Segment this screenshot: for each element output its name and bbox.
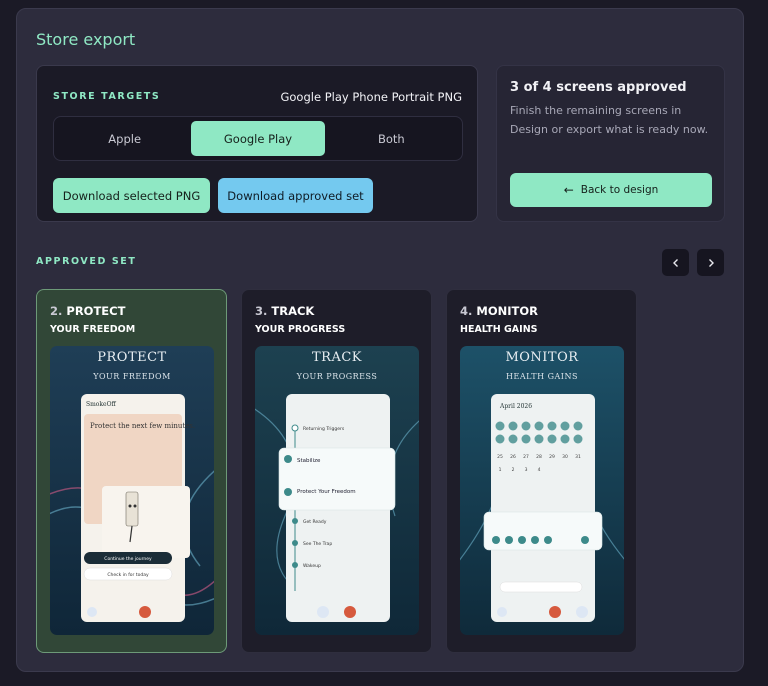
calendar-date: 28 <box>536 454 542 460</box>
calendar-day-dot <box>560 421 570 431</box>
screenshot-preview: April 2026 25 26 27 28 29 30 31 1 2 3 4 MONITOR HE… <box>460 346 624 635</box>
calendar-date: 2 <box>512 467 515 473</box>
export-format-label: Google Play Phone Portrait PNG <box>280 90 462 104</box>
card-title: 3. TRACK <box>255 304 315 318</box>
calendar-day-dot <box>508 421 518 431</box>
calendar-date: 3 <box>525 467 528 473</box>
calendar-day-dot <box>547 434 557 444</box>
previous-button[interactable] <box>662 249 689 276</box>
card-title: 2. PROTECT <box>50 304 126 318</box>
back-to-design-label: Back to design <box>580 184 659 196</box>
shot-subtitle: YOUR FREEDOM <box>93 372 171 381</box>
secondary-cta: Check in for today <box>107 572 149 578</box>
approval-status-card: 3 of 4 screens approved Finish the remai… <box>496 65 725 222</box>
calendar-day-dot <box>534 434 544 444</box>
download-approved-button[interactable]: Download approved set <box>218 178 373 213</box>
store-targets-label: STORE TARGETS <box>53 91 161 102</box>
screen-card-track[interactable]: 3. TRACK YOUR PROGRESS Returning Trigger… <box>241 289 432 653</box>
store-export-panel: Store export STORE TARGETS Google Play P… <box>16 8 744 672</box>
calendar-date: 27 <box>523 454 529 460</box>
calendar-day-dot <box>547 421 557 431</box>
calendar-date: 25 <box>497 454 503 460</box>
approved-set-label: APPROVED SET <box>36 256 137 267</box>
approval-heading: 3 of 4 screens approved <box>510 80 687 95</box>
calendar-day-dot <box>495 434 505 444</box>
card-title: 4. MONITOR <box>460 304 538 318</box>
chevron-right-icon <box>708 258 714 267</box>
target-apple-option[interactable]: Apple <box>58 121 191 156</box>
shot-subtitle: YOUR PROGRESS <box>296 372 378 381</box>
page-title: Store export <box>36 30 136 49</box>
calendar-month: April 2026 <box>499 403 532 410</box>
download-selected-button[interactable]: Download selected PNG <box>53 178 210 213</box>
screenshot-preview: SmokeOff Protect the next few minutes. C… <box>50 346 214 635</box>
track-item-1: Returning Triggers <box>303 426 345 432</box>
store-targets-card: STORE TARGETS Google Play Phone Portrait… <box>36 65 478 222</box>
arrow-left-icon: ← <box>563 183 574 197</box>
track-item-3: Protect Your Freedom <box>297 489 356 495</box>
app-name: SmokeOff <box>86 401 117 408</box>
target-google-play-option[interactable]: Google Play <box>191 121 325 156</box>
track-item-6: Wakeup <box>303 563 321 569</box>
screen-card-monitor[interactable]: 4. MONITOR HEALTH GAINS April 2026 25 26 2… <box>446 289 637 653</box>
target-both-option[interactable]: Both <box>325 121 458 156</box>
calendar-day-dot <box>534 421 544 431</box>
approval-message: Finish the remaining screens in Design o… <box>510 104 709 136</box>
screen-card-protect[interactable]: 2. PROTECT YOUR FREEDOM SmokeOff Protect… <box>36 289 227 653</box>
calendar-date: 4 <box>538 467 541 473</box>
next-button[interactable] <box>697 249 724 276</box>
back-to-design-button[interactable]: ← Back to design <box>510 173 712 207</box>
calendar-date: 26 <box>510 454 516 460</box>
calendar-date: 1 <box>499 467 502 473</box>
chevron-left-icon <box>672 258 678 267</box>
shot-title: MONITOR <box>505 350 579 365</box>
card-subtitle: YOUR FREEDOM <box>50 324 136 335</box>
calendar-day-dot <box>521 434 531 444</box>
calendar-date: 29 <box>549 454 555 460</box>
shot-title: PROTECT <box>97 350 167 365</box>
calendar-date: 30 <box>562 454 568 460</box>
screenshot-preview: Returning Triggers Stabilize Protect You… <box>255 346 419 635</box>
track-item-5: See The Trap <box>303 541 332 547</box>
calendar-day-dot <box>508 434 518 444</box>
store-target-selector: Apple Google Play Both <box>53 116 463 161</box>
calendar-day-dot <box>521 421 531 431</box>
calendar-day-dot <box>560 434 570 444</box>
track-item-2: Stabilize <box>297 458 321 464</box>
shot-subtitle: HEALTH GAINS <box>506 372 578 381</box>
calendar-day-dot <box>573 421 583 431</box>
card-subtitle: HEALTH GAINS <box>460 324 538 335</box>
track-item-4: Get Ready <box>303 519 327 525</box>
calendar-day-dot <box>495 421 505 431</box>
card-subtitle: YOUR PROGRESS <box>255 324 346 335</box>
shot-title: TRACK <box>311 350 362 365</box>
primary-cta: Continue the journey <box>104 556 152 562</box>
protect-headline: Protect the next few minutes. <box>90 422 195 430</box>
calendar-date: 31 <box>575 454 581 460</box>
calendar-day-dot <box>573 434 583 444</box>
